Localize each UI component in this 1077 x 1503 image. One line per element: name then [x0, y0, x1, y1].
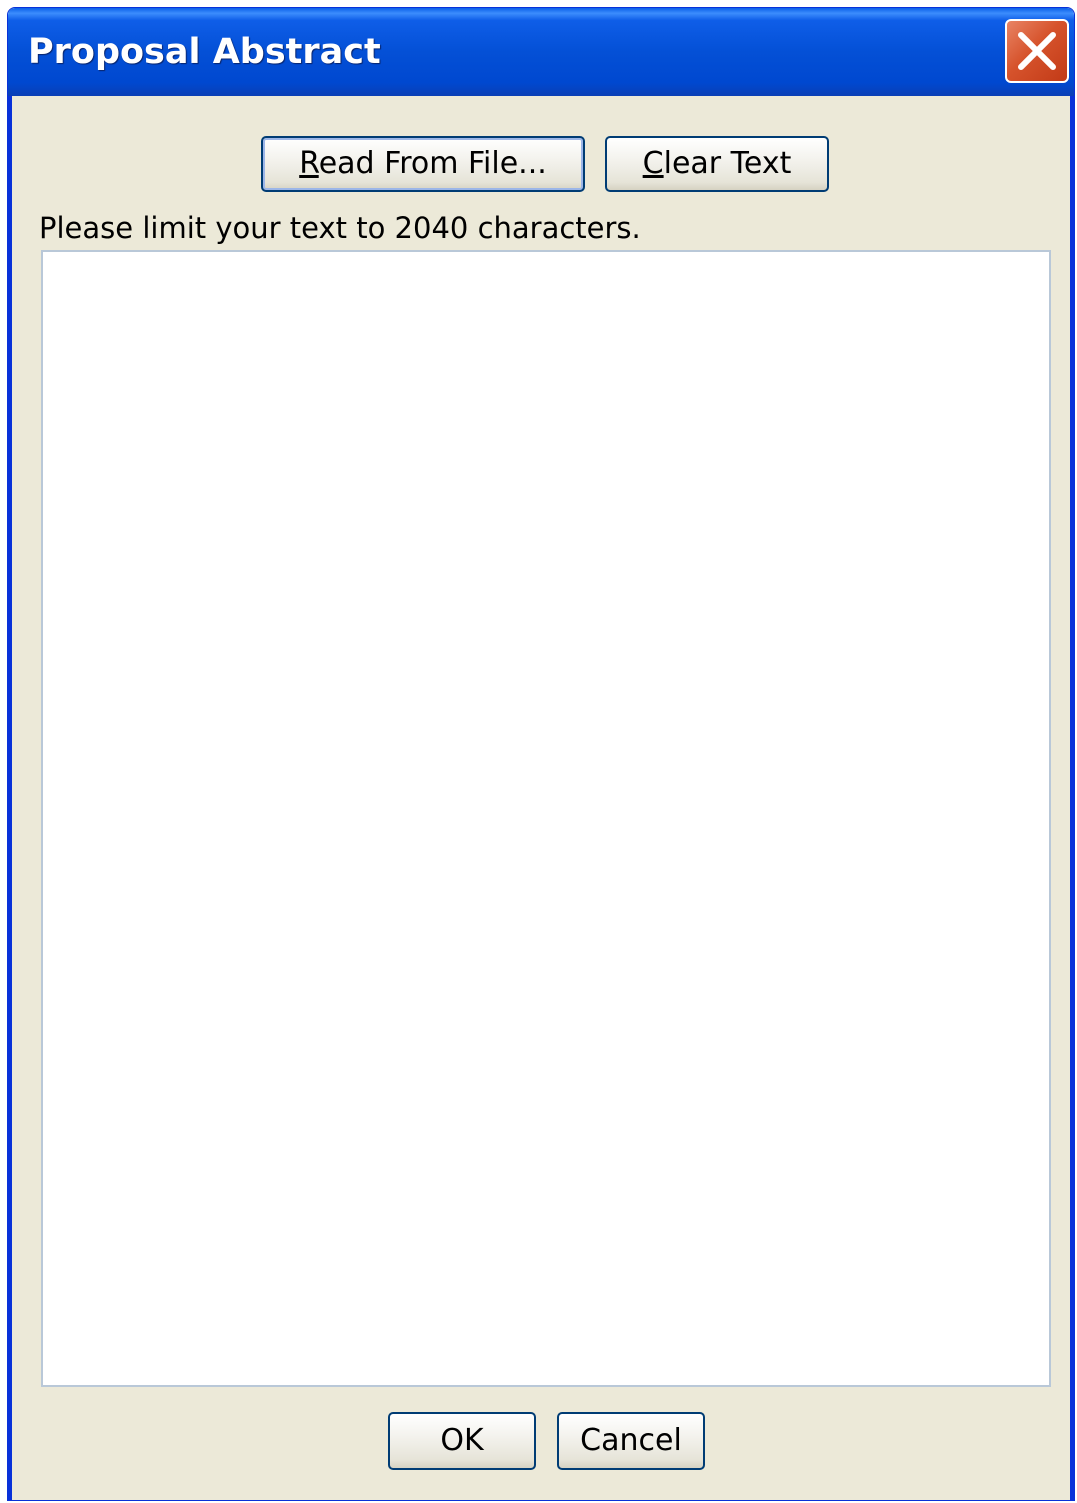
window-frame-right: [1070, 96, 1074, 1500]
ok-button[interactable]: OK: [388, 1412, 536, 1470]
window-frame-left: [8, 96, 12, 1500]
proposal-abstract-dialog: Proposal Abstract Read From File... Clea…: [7, 7, 1075, 1501]
character-limit-hint: Please limit your text to 2040 character…: [39, 211, 641, 245]
title-bar[interactable]: Proposal Abstract: [8, 8, 1074, 96]
read-from-file-button[interactable]: Read From File...: [261, 136, 585, 192]
read-from-file-label: Read From File...: [299, 146, 547, 181]
close-button[interactable]: [1005, 19, 1069, 83]
window-title: Proposal Abstract: [28, 32, 381, 72]
close-x-icon: [1018, 32, 1056, 70]
cancel-button[interactable]: Cancel: [557, 1412, 705, 1470]
clear-text-label: Clear Text: [642, 146, 792, 181]
abstract-text-area[interactable]: [41, 250, 1051, 1387]
clear-text-button[interactable]: Clear Text: [605, 136, 829, 192]
